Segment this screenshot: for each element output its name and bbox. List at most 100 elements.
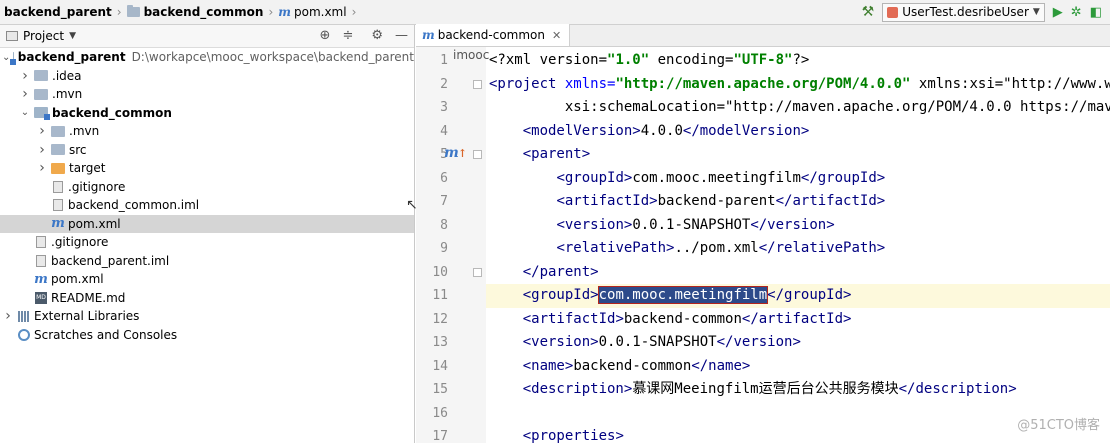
- line-number: 8: [440, 217, 448, 233]
- chevron-right-icon: ›: [116, 5, 122, 19]
- run-icon[interactable]: ▶: [1053, 5, 1063, 20]
- tree-item[interactable]: backend_common.iml: [0, 196, 414, 215]
- module-folder-icon: [34, 107, 50, 121]
- fold-marker-icon[interactable]: [473, 267, 482, 277]
- tree-item-label: Scratches and Consoles: [34, 327, 178, 342]
- locate-file-icon[interactable]: ⊕: [320, 28, 331, 43]
- tree-item[interactable]: › External Libraries: [0, 307, 414, 326]
- chevron-right-icon[interactable]: ›: [19, 86, 31, 102]
- breadcrumb-pom-xml[interactable]: m pom.xml: [278, 5, 346, 19]
- fold-marker-icon[interactable]: [473, 79, 482, 89]
- tree-item[interactable]: m pom.xml: [0, 270, 414, 289]
- markdown-icon: MD: [35, 291, 47, 304]
- code-line[interactable]: <modelVersion>4.0.0</modelVersion>: [486, 120, 1110, 144]
- file-icon: [53, 180, 63, 193]
- tree-item[interactable]: MD README.md: [0, 289, 414, 308]
- line-number: 15: [432, 382, 448, 397]
- chevron-down-icon[interactable]: ⌄: [19, 107, 31, 118]
- tree-item[interactable]: .gitignore: [0, 178, 414, 197]
- tree-item[interactable]: Scratches and Consoles: [0, 326, 414, 345]
- maven-icon: m: [51, 216, 65, 232]
- run-configuration-select[interactable]: UserTest.desribeUser ▼: [882, 2, 1045, 22]
- chevron-right-icon[interactable]: ›: [2, 308, 14, 324]
- fold-marker-icon[interactable]: [473, 150, 482, 159]
- navigation-bar: backend_parent › backend_common › m pom.…: [0, 0, 1110, 25]
- line-number: 2: [440, 76, 448, 92]
- code-line[interactable]: <project xmlns="http://maven.apache.org/…: [486, 73, 1110, 97]
- tree-item[interactable]: ⌄ backend_common: [0, 104, 414, 123]
- watermark-text: @51CTO博客: [1017, 418, 1100, 433]
- tree-item-label: pom.xml: [51, 272, 104, 287]
- code-line[interactable]: <version>0.0.1-SNAPSHOT</version>: [486, 214, 1110, 238]
- close-icon[interactable]: ✕: [552, 29, 561, 42]
- tree-item[interactable]: ⌄ backend_parent D:\workapce\mooc_workspac…: [0, 48, 414, 67]
- junit-config-icon: [887, 6, 899, 18]
- maven-icon: m: [34, 271, 48, 287]
- tree-item-label: backend_parent: [17, 50, 126, 65]
- maven-parent-marker-icon[interactable]: m: [444, 145, 467, 161]
- code-line[interactable]: <groupId>com.mooc.meetingfilm</groupId>: [486, 284, 1110, 308]
- tree-item-label: External Libraries: [34, 309, 140, 324]
- tree-item-label: target: [69, 161, 106, 176]
- gear-icon[interactable]: ⚙: [371, 28, 383, 43]
- line-number: 13: [432, 335, 448, 350]
- breadcrumb-backend-parent[interactable]: backend_parent: [4, 5, 112, 19]
- tree-item-label: backend_common.iml: [68, 198, 200, 213]
- code-line[interactable]: <name>backend-common</name>: [486, 355, 1110, 379]
- tree-item[interactable]: › target: [0, 159, 414, 178]
- collapse-all-icon[interactable]: ≑: [342, 28, 353, 43]
- tree-item[interactable]: › .mvn: [0, 85, 414, 104]
- code-line[interactable]: <?xml version="1.0" encoding="UTF-8"?>: [486, 49, 1110, 73]
- file-icon: [53, 199, 63, 212]
- tree-item-path: D:\workapce\mooc_workspace\backend_paren…: [131, 50, 414, 65]
- editor-gutter: imooc 12345m67891011121314151617: [416, 47, 489, 443]
- coverage-icon[interactable]: ◧: [1090, 5, 1102, 20]
- tree-item-label: pom.xml: [68, 216, 121, 231]
- tab-backend-common-pom[interactable]: m backend-common ✕: [416, 24, 571, 46]
- line-number: 16: [432, 405, 448, 421]
- code-line[interactable]: <groupId>com.mooc.meetingfilm</groupId>: [486, 167, 1110, 191]
- line-number: 3: [440, 100, 448, 115]
- code-line[interactable]: <version>0.0.1-SNAPSHOT</version>: [486, 331, 1110, 355]
- line-number: 9: [440, 241, 448, 256]
- folder-icon: [51, 144, 65, 156]
- tree-item[interactable]: m pom.xml: [0, 214, 414, 233]
- tree-item[interactable]: › .idea: [0, 67, 414, 86]
- breadcrumb-label: backend_common: [143, 5, 264, 19]
- project-tree: ⌄ backend_parent D:\workapce\mooc_workspac…: [0, 48, 414, 344]
- build-hammer-icon[interactable]: ⚒: [862, 4, 875, 20]
- code-line[interactable]: <description>慕课网Meeingfilm运营后台公共服务模块</de…: [486, 378, 1110, 402]
- code-area[interactable]: <?xml version="1.0" encoding="UTF-8"?> <p…: [486, 47, 1110, 443]
- chevron-down-icon: ▼: [1032, 7, 1040, 17]
- tree-item[interactable]: › src: [0, 141, 414, 160]
- project-icon: [6, 31, 18, 41]
- debug-icon[interactable]: ✲: [1071, 5, 1082, 20]
- tree-item[interactable]: .gitignore: [0, 233, 414, 252]
- code-line[interactable]: </parent>: [486, 261, 1110, 285]
- code-line[interactable]: <parent>: [486, 143, 1110, 167]
- tree-item-label: .idea: [52, 68, 82, 83]
- line-number: 12: [432, 311, 448, 327]
- chevron-right-icon[interactable]: ›: [19, 68, 31, 84]
- tree-item[interactable]: › .mvn: [0, 122, 414, 141]
- code-line[interactable]: <artifactId>backend-parent</artifactId>: [486, 190, 1110, 214]
- breadcrumb-backend-common[interactable]: backend_common: [126, 5, 264, 19]
- chevron-down-icon[interactable]: ▼: [69, 31, 76, 41]
- scratch-icon: [18, 328, 30, 341]
- file-icon: [36, 254, 46, 267]
- line-number: 14: [432, 358, 448, 374]
- hide-panel-icon[interactable]: —: [395, 28, 408, 43]
- tree-item-label: backend_parent.iml: [51, 253, 170, 268]
- code-line[interactable]: <relativePath>../pom.xml</relativePath>: [486, 237, 1110, 261]
- code-line[interactable]: <artifactId>backend-common</artifactId>: [486, 308, 1110, 332]
- folder-icon: [34, 70, 48, 82]
- chevron-right-icon[interactable]: ›: [36, 142, 48, 158]
- code-line[interactable]: xsi:schemaLocation="http://maven.apache.…: [486, 96, 1110, 120]
- line-number: 11: [432, 288, 448, 303]
- project-view-selector[interactable]: Project: [23, 29, 64, 43]
- library-icon: [18, 310, 30, 322]
- tree-item[interactable]: backend_parent.iml: [0, 252, 414, 271]
- chevron-right-icon[interactable]: ›: [36, 123, 48, 139]
- chevron-right-icon: ›: [268, 5, 274, 19]
- chevron-right-icon[interactable]: ›: [36, 160, 48, 176]
